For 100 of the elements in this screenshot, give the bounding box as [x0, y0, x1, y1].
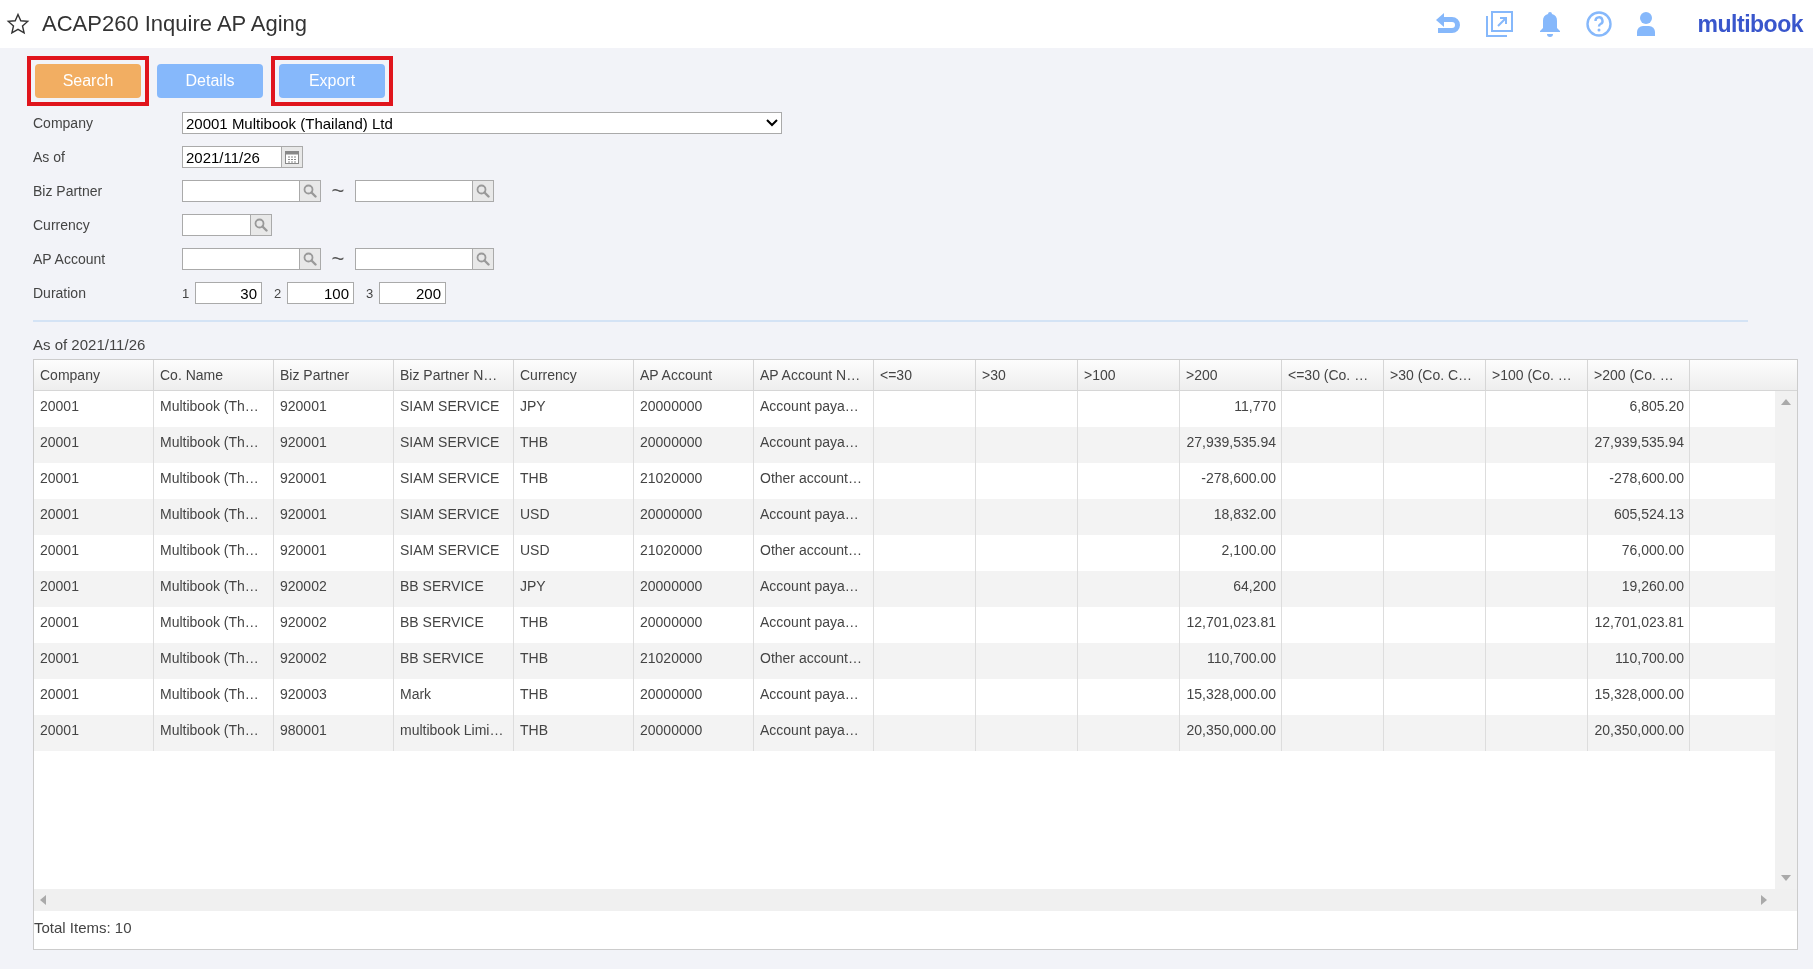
column-header[interactable]: AP Account — [634, 360, 754, 390]
table-cell: 20001 — [34, 571, 154, 607]
table-cell: Account paya… — [754, 499, 874, 535]
table-cell: 605,524.13 — [1588, 499, 1690, 535]
field-label: AP Account — [33, 251, 107, 267]
table-cell: 20,350,000.00 — [1180, 715, 1282, 751]
help-icon[interactable] — [1585, 11, 1612, 37]
scroll-left-icon[interactable] — [40, 895, 46, 905]
table-cell: BB SERVICE — [394, 571, 514, 607]
column-header[interactable]: >200 — [1180, 360, 1282, 390]
table-cell: Account paya… — [754, 427, 874, 463]
user-icon[interactable] — [1635, 11, 1656, 37]
column-header[interactable]: >30 — [976, 360, 1078, 390]
field-label: Currency — [33, 217, 91, 233]
input-field[interactable] — [182, 180, 299, 202]
duration-index: 3 — [366, 285, 375, 301]
duration-field[interactable]: 200 — [379, 282, 446, 304]
duration-field[interactable]: 30 — [195, 282, 262, 304]
table-cell: 980001 — [274, 715, 394, 751]
table-cell: Other account… — [754, 643, 874, 679]
column-header[interactable]: Biz Partner N… — [394, 360, 514, 390]
column-header[interactable]: Currency — [514, 360, 634, 390]
scroll-up-icon[interactable] — [1781, 399, 1791, 405]
table-cell: JPY — [514, 571, 634, 607]
table-cell: 18,832.00 — [1180, 499, 1282, 535]
table-cell: THB — [514, 643, 634, 679]
total-items-text: Total Items: 10 — [34, 918, 133, 938]
table-cell: Multibook (Th… — [154, 427, 274, 463]
table-cell: 20001 — [34, 499, 154, 535]
vertical-scrollbar[interactable] — [1775, 391, 1797, 889]
table-cell: 27,939,535.94 — [1180, 427, 1282, 463]
table-cell: Multibook (Th… — [154, 571, 274, 607]
table-cell: 110,700.00 — [1588, 643, 1690, 679]
star-icon[interactable] — [6, 12, 30, 36]
range-separator: ~ — [330, 248, 346, 270]
table-cell: 20000000 — [634, 427, 754, 463]
search-icon[interactable] — [299, 180, 321, 202]
table-cell: USD — [514, 499, 634, 535]
table-cell: multibook Limi… — [394, 715, 514, 751]
range-separator: ~ — [330, 180, 346, 202]
column-header[interactable]: >200 (Co. … — [1588, 360, 1690, 390]
input-field[interactable] — [182, 214, 250, 236]
table-cell: 920002 — [274, 571, 394, 607]
table-cell: Account paya… — [754, 571, 874, 607]
table-cell: SIAM SERVICE — [394, 427, 514, 463]
column-header[interactable]: Company — [34, 360, 154, 390]
search-icon[interactable] — [472, 180, 494, 202]
column-header[interactable]: Co. Name — [154, 360, 274, 390]
column-header[interactable]: >30 (Co. C… — [1384, 360, 1486, 390]
table-cell: 21020000 — [634, 643, 754, 679]
column-header[interactable]: <=30 (Co. … — [1282, 360, 1384, 390]
horizontal-scrollbar[interactable] — [34, 889, 1797, 911]
table-cell: Multibook (Th… — [154, 715, 274, 751]
brand-logo: multibook — [1697, 10, 1803, 38]
table-cell: 20001 — [34, 715, 154, 751]
table-cell: 920001 — [274, 499, 394, 535]
table-cell: 920001 — [274, 427, 394, 463]
table-cell: THB — [514, 427, 634, 463]
duration-index: 1 — [182, 285, 191, 301]
field-label: Biz Partner — [33, 183, 104, 199]
column-header[interactable]: AP Account N… — [754, 360, 874, 390]
table-cell: THB — [514, 715, 634, 751]
calendar-icon[interactable] — [281, 146, 303, 168]
table-cell: 20,350,000.00 — [1588, 715, 1690, 751]
page-title: ACAP260 Inquire AP Aging — [42, 11, 308, 37]
table-cell: Multibook (Th… — [154, 643, 274, 679]
duration-field[interactable]: 100 — [287, 282, 354, 304]
input-field[interactable] — [355, 180, 472, 202]
table-cell: 110,700.00 — [1180, 643, 1282, 679]
field-label: Duration — [33, 285, 87, 301]
input-field[interactable] — [182, 248, 299, 270]
result-title: As of 2021/11/26 — [33, 336, 147, 353]
date-field[interactable]: 2021/11/26 — [182, 146, 281, 168]
table-cell: 20001 — [34, 427, 154, 463]
scroll-right-icon[interactable] — [1761, 895, 1767, 905]
table-cell: 27,939,535.94 — [1588, 427, 1690, 463]
field-label: Company — [33, 115, 94, 131]
company-dropdown[interactable]: 20001 Multibook (Thailand) Ltd — [182, 112, 782, 134]
table-cell: Multibook (Th… — [154, 499, 274, 535]
table-cell: BB SERVICE — [394, 643, 514, 679]
scroll-down-icon[interactable] — [1781, 875, 1791, 881]
table-cell: SIAM SERVICE — [394, 499, 514, 535]
chevron-down-icon — [766, 119, 778, 127]
column-header[interactable]: >100 — [1078, 360, 1180, 390]
column-header[interactable]: >100 (Co. … — [1486, 360, 1588, 390]
table-cell: 64,200 — [1180, 571, 1282, 607]
table-cell: Account paya… — [754, 715, 874, 751]
search-icon[interactable] — [299, 248, 321, 270]
table-cell: 20000000 — [634, 499, 754, 535]
column-header[interactable]: Biz Partner — [274, 360, 394, 390]
popup-window-icon[interactable] — [1485, 11, 1514, 37]
search-icon[interactable] — [250, 214, 272, 236]
table-cell: 920002 — [274, 643, 394, 679]
search-icon[interactable] — [472, 248, 494, 270]
input-field[interactable] — [355, 248, 472, 270]
table-cell: 20001 — [34, 643, 154, 679]
table-cell: 20000000 — [634, 571, 754, 607]
bell-icon[interactable] — [1537, 11, 1562, 37]
field-label: As of — [33, 149, 66, 165]
column-header[interactable]: <=30 — [874, 360, 976, 390]
